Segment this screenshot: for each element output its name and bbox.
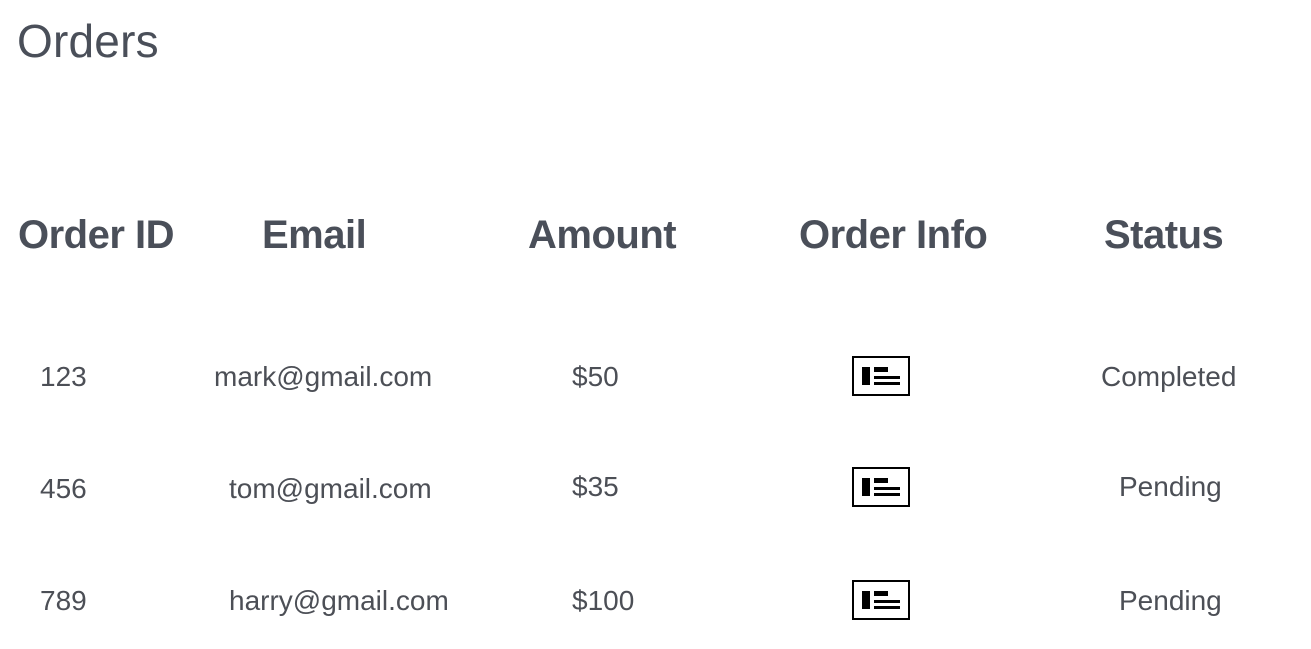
order-info-button[interactable] — [852, 356, 910, 396]
header-status: Status — [1104, 213, 1224, 257]
status-cell: Pending — [1119, 471, 1222, 502]
amount-cell: $50 — [572, 361, 619, 392]
header-order-id: Order ID — [18, 213, 175, 257]
header-email: Email — [262, 213, 367, 257]
order-info-button[interactable] — [852, 467, 910, 507]
email-cell: mark@gmail.com — [214, 361, 433, 392]
amount-cell: $100 — [572, 585, 635, 616]
order-info-icon — [862, 367, 900, 385]
amount-cell: $35 — [572, 471, 619, 502]
email-cell: tom@gmail.com — [229, 473, 432, 504]
status-cell: Pending — [1119, 585, 1222, 616]
order-id-cell: 456 — [40, 473, 87, 504]
order-info-icon — [862, 591, 900, 609]
header-order-info: Order Info — [799, 213, 988, 257]
email-cell: harry@gmail.com — [229, 585, 449, 616]
order-id-cell: 789 — [40, 585, 87, 616]
order-id-cell: 123 — [40, 361, 87, 392]
order-info-button[interactable] — [852, 580, 910, 620]
page-title: Orders — [17, 15, 159, 67]
status-cell: Completed — [1101, 361, 1237, 392]
order-info-icon — [862, 478, 900, 496]
header-amount: Amount — [528, 213, 677, 257]
